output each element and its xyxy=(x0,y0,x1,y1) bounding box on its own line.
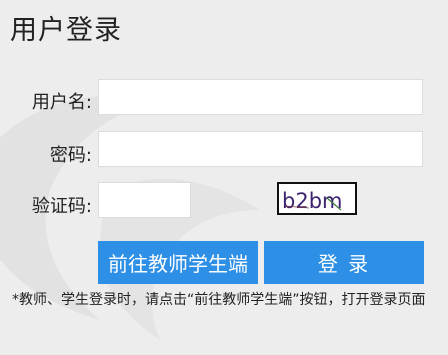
password-label: 密码: xyxy=(49,145,92,166)
username-input[interactable] xyxy=(98,79,423,115)
login-button[interactable]: 登 录 xyxy=(264,241,424,284)
captcha-graphic: b2bm xyxy=(282,189,342,213)
username-label: 用户名: xyxy=(31,92,92,113)
page-title: 用户登录 xyxy=(10,15,122,46)
login-hint-note: *教师、学生登录时，请点击“前往教师学生端”按钮，打开登录页面 xyxy=(12,292,426,308)
captcha-image[interactable]: b2bm xyxy=(277,182,357,215)
captcha-label: 验证码: xyxy=(31,196,92,217)
password-input[interactable] xyxy=(98,131,423,167)
captcha-text: b2bm xyxy=(282,189,342,213)
go-teacher-student-button[interactable]: 前往教师学生端 xyxy=(98,241,258,284)
captcha-input[interactable] xyxy=(98,182,191,218)
